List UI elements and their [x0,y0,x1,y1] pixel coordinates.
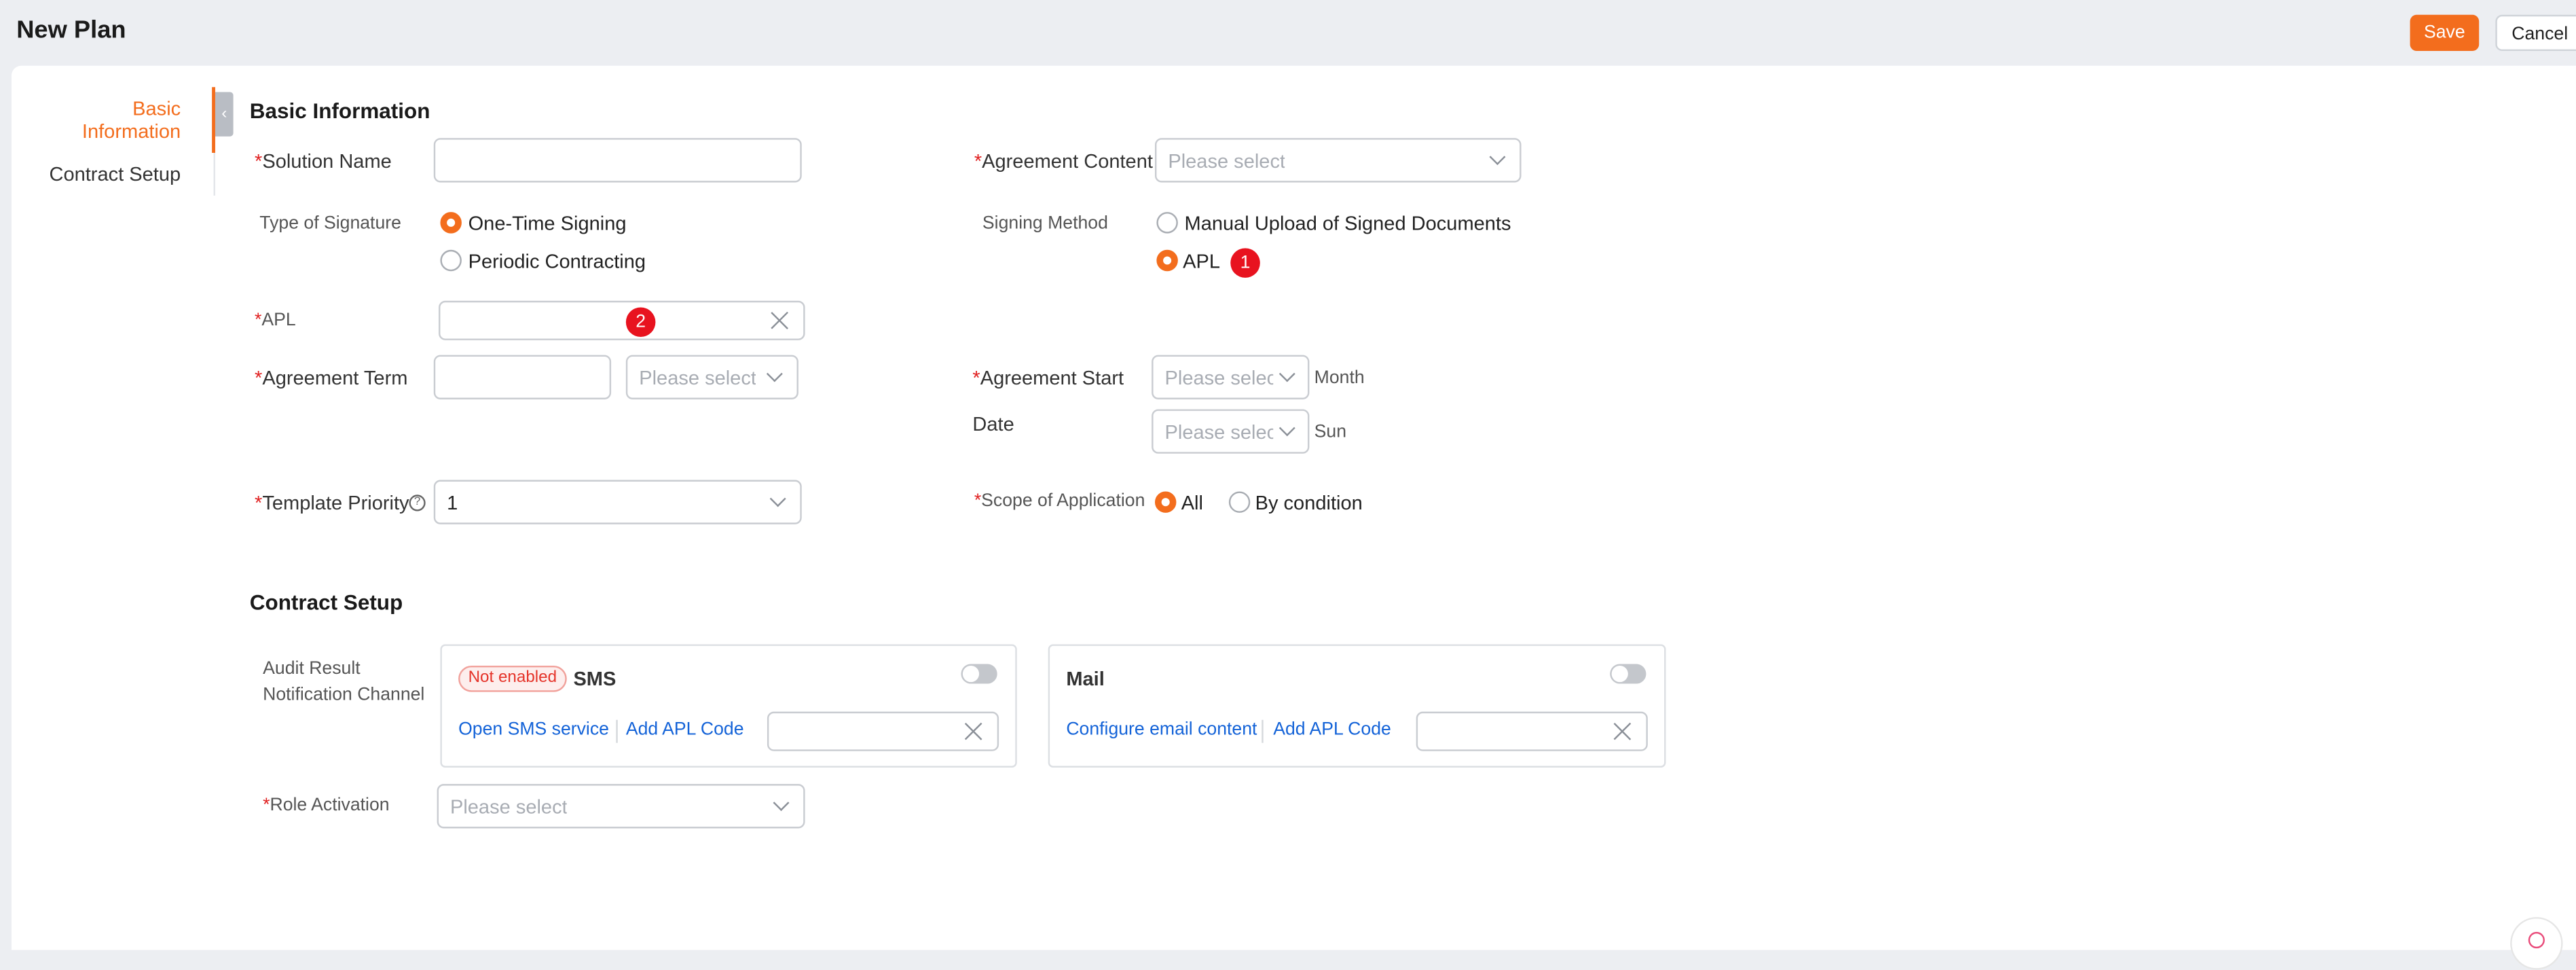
chevron-left-icon: ‹ [221,105,227,124]
clear-icon[interactable] [771,310,790,330]
section-title-contract-setup: Contract Setup [249,590,403,615]
agreement-start-date-label: *Agreement Start [972,366,1124,390]
clear-icon[interactable] [964,721,984,741]
floating-clock-icon[interactable] [2510,917,2563,970]
sms-title: SMS [573,667,617,691]
template-priority-label: *Template Priority [255,491,409,515]
help-icon[interactable]: ? [409,495,426,511]
configure-email-content-link[interactable]: Configure email content [1066,720,1257,740]
radio-one-time-signing[interactable] [440,212,462,234]
role-activation-label: *Role Activation [263,795,390,816]
cancel-button[interactable]: Cancel [2495,14,2576,52]
type-of-signature-label: Type of Signature [259,213,401,234]
mail-apl-code-input[interactable] [1416,711,1648,751]
periodic-contracting-label[interactable]: Periodic Contracting [468,250,646,273]
sms-add-apl-code-link[interactable]: Add APL Code [626,720,744,740]
link-divider [616,719,618,743]
signing-method-label: Signing Method [982,213,1108,234]
template-priority-select[interactable]: 1 [433,480,802,524]
link-divider [1262,719,1264,743]
scope-all-label[interactable]: All [1181,491,1203,514]
not-enabled-badge: Not enabled [458,665,567,692]
radio-scope-by-condition[interactable] [1228,491,1251,513]
radio-periodic-contracting[interactable] [440,249,462,272]
month-unit-label: Month [1314,367,1365,389]
agreement-content-select[interactable]: Please select [1154,138,1522,183]
chevron-down-icon [766,365,783,382]
mail-toggle[interactable] [1610,664,1646,684]
apl-label: *APL [255,310,296,331]
clear-icon[interactable] [1613,721,1633,741]
manual-upload-label[interactable]: Manual Upload of Signed Documents [1185,212,1511,235]
agreement-start-day-select[interactable]: Please selec [1152,409,1310,454]
apl-input[interactable] [439,300,805,340]
notification-channel-label: Notification Channel [263,685,425,706]
sms-toggle[interactable] [961,664,997,684]
day-unit-label: Sun [1314,422,1347,442]
chevron-down-icon [1278,420,1295,437]
chevron-down-icon [769,490,786,507]
nav-item-contract-setup[interactable]: Contract Setup [33,163,181,186]
agreement-term-label: *Agreement Term [255,366,408,390]
solution-name-label: *Solution Name [255,149,392,173]
collapse-nav-button[interactable]: ‹ [215,92,234,137]
sms-channel-panel: Not enabled SMS Open SMS service Add APL… [440,644,1017,768]
mail-channel-panel: Mail Configure email content Add APL Cod… [1048,644,1666,768]
annotation-badge-2: 2 [625,307,656,338]
radio-apl[interactable] [1156,249,1178,272]
agreement-term-unit-select[interactable]: Please select [625,355,798,399]
chevron-down-icon [773,794,790,811]
save-button[interactable]: Save [2410,14,2480,52]
agreement-start-month-select[interactable]: Please selec [1152,355,1310,399]
scope-of-application-label: *Scope of Application [974,491,1145,511]
radio-manual-upload[interactable] [1156,212,1178,234]
mail-add-apl-code-link[interactable]: Add APL Code [1273,720,1391,740]
section-title-basic-information: Basic Information [249,98,430,124]
radio-scope-all[interactable] [1154,491,1177,513]
one-time-signing-label[interactable]: One-Time Signing [468,212,627,235]
scope-by-condition-label[interactable]: By condition [1255,491,1363,514]
agreement-term-input[interactable] [433,355,612,399]
nav-item-basic-information[interactable]: Basic Information [50,97,181,143]
page-title: New Plan [16,16,126,45]
role-activation-select[interactable]: Please select [437,784,805,829]
apl-option-label[interactable]: APL [1183,250,1220,273]
chevron-down-icon [1278,365,1295,382]
top-bar [0,0,2576,66]
agreement-start-date-label-line2: Date [972,412,1014,436]
audit-result-label: Audit Result [263,659,361,679]
chevron-down-icon [1489,149,1506,166]
open-sms-service-link[interactable]: Open SMS service [458,720,609,740]
sms-apl-code-input[interactable] [767,711,999,751]
annotation-badge-1: 1 [1230,248,1260,278]
solution-name-input[interactable] [433,138,802,183]
mail-title: Mail [1066,667,1105,691]
agreement-content-label: *Agreement Content [974,149,1153,173]
